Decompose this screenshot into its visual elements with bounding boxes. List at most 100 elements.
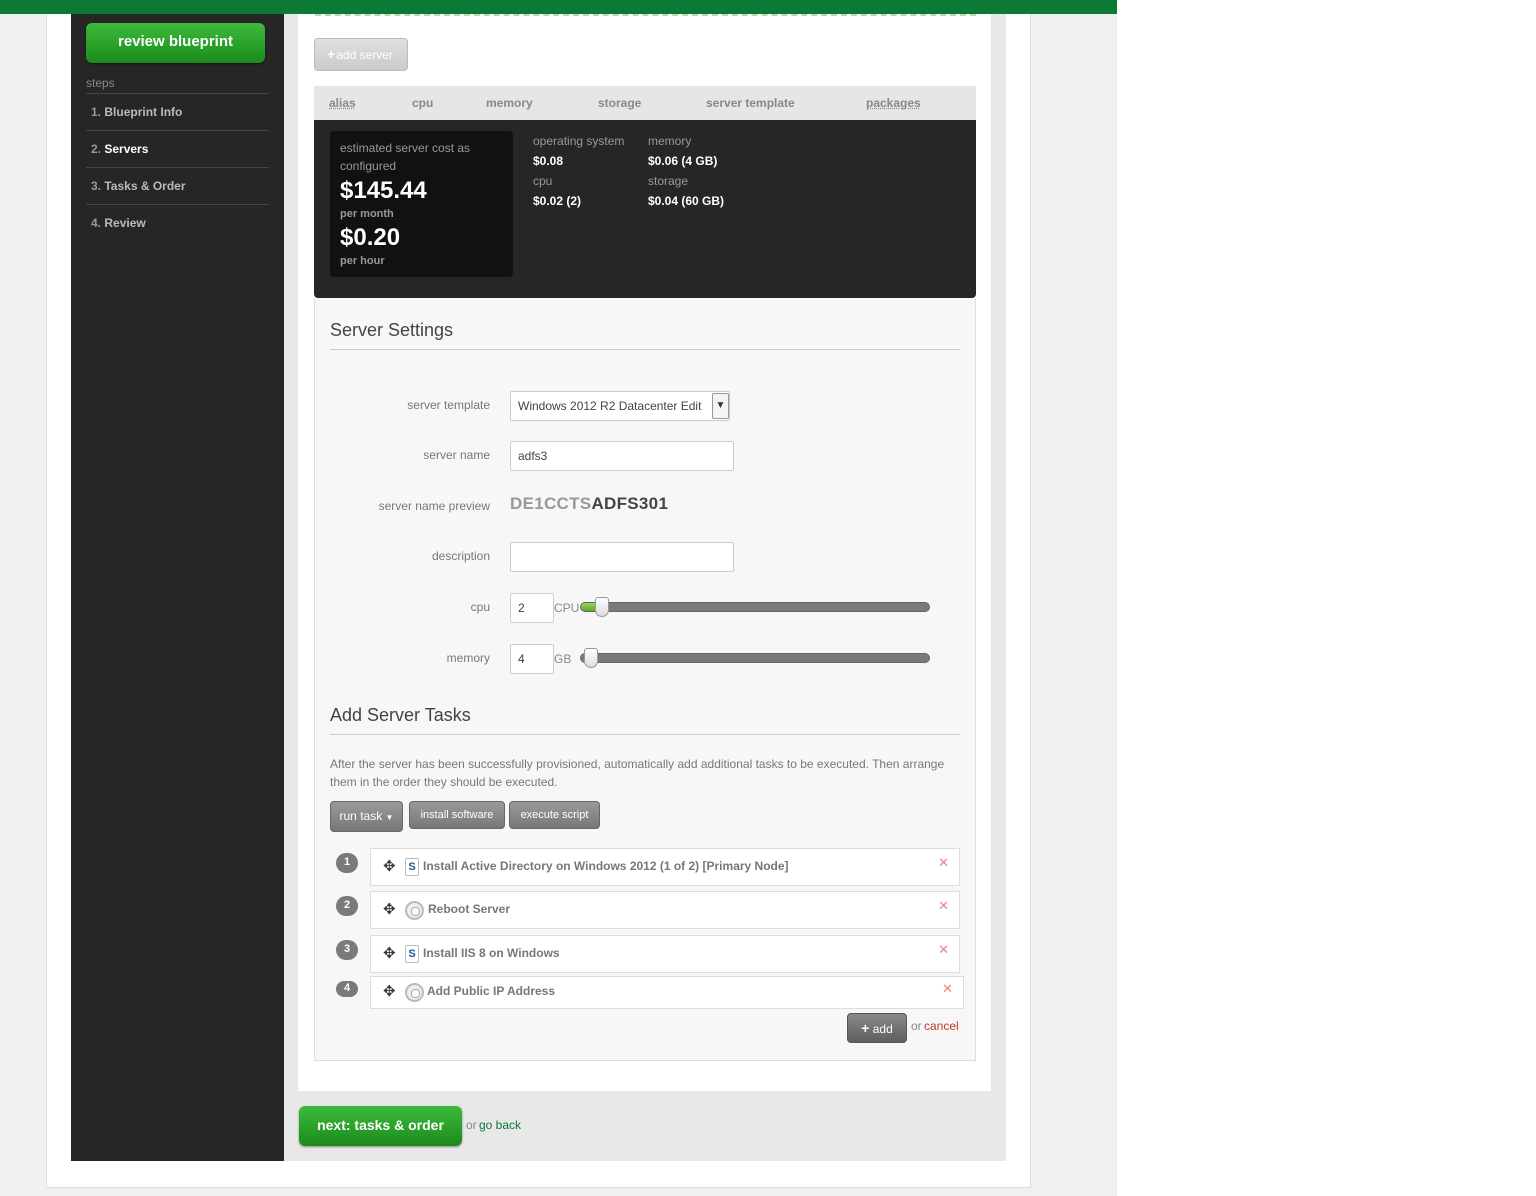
cpu-cost-label: cpu [533,174,553,188]
cpu-input[interactable]: 2 [510,593,554,623]
os-cost-value: $0.08 [533,154,564,168]
column-cpu: cpu [412,96,434,110]
preview-suffix: ADFS301 [591,494,669,513]
tasks-help-text: After the server has been successfully p… [330,757,945,789]
task-name: Install IIS 8 on Windows [423,946,560,960]
server-template-select[interactable]: Windows 2012 R2 Datacenter Edit [510,391,730,421]
cpu-slider-handle[interactable] [594,597,609,617]
step-tasks-order[interactable]: 3. Tasks & Order [86,167,269,204]
step-number: 1. [91,105,102,119]
task-row[interactable]: ✥ S Install Active Directory on Windows … [370,848,960,886]
memory-cost-value: $0.06 (4 GB) [648,154,718,168]
task-name: Install Active Directory on Windows 2012… [423,859,789,873]
move-icon[interactable]: ✥ [383,857,396,875]
step-servers[interactable]: 2. Servers [86,130,269,167]
os-cost-label: operating system [533,134,625,148]
server-name-label: server name [423,448,490,462]
step-label: Servers [104,142,149,156]
right-blank-area [1117,0,1536,1196]
steps-label: steps [86,76,115,90]
cpu-cost-value: $0.02 (2) [533,194,582,208]
task-name: Reboot Server [428,902,511,916]
description-input[interactable] [510,542,734,572]
task-name: Add Public IP Address [427,984,556,998]
cost-label: estimated server cost as configured [340,141,471,173]
step-number: 3. [91,179,102,193]
server-settings-title: Server Settings [330,320,454,340]
add-server-button[interactable]: +add server [314,38,408,71]
memory-label: memory [446,651,490,665]
preview-prefix: DE1CCTS [510,494,592,513]
cpu-unit: CPU [554,601,580,615]
storage-cost-label: storage [648,174,689,188]
top-bar [0,0,1117,14]
cpu-label: cpu [470,600,490,614]
server-name-input[interactable]: adfs3 [510,441,734,471]
add-server-label: add server [336,48,393,62]
install-software-button[interactable]: install software [409,801,505,829]
gear-icon [405,901,424,920]
step-label: Tasks & Order [104,179,186,193]
step-number: 2. [91,142,102,156]
run-task-dropdown[interactable]: run task ▼ [330,801,403,832]
script-icon: S [405,945,419,963]
add-label: add [872,1022,893,1036]
move-icon[interactable]: ✥ [383,982,396,1000]
monthly-cost: $145.44 [340,177,427,204]
column-alias[interactable]: alias [329,96,356,110]
task-number: 2 [336,896,358,916]
column-server-template: server template [706,96,795,110]
add-task-button[interactable]: + add [847,1013,907,1043]
close-icon[interactable]: ✕ [938,898,949,914]
step-number: 4. [91,216,102,230]
memory-cost-label: memory [648,134,692,148]
column-packages[interactable]: packages [866,96,921,110]
memory-input[interactable]: 4 [510,644,554,674]
dashed-divider [315,14,976,16]
step-blueprint-info[interactable]: 1. Blueprint Info [86,93,269,130]
server-name-preview: DE1CCTSADFS301 [510,494,668,514]
monthly-unit: per month [340,208,394,220]
column-memory: memory [486,96,533,110]
review-blueprint-button[interactable]: review blueprint [86,23,265,63]
step-label: Blueprint Info [104,105,183,119]
server-template-label: server template [407,398,490,412]
chevron-down-icon[interactable]: ▼ [712,393,729,419]
run-task-label: run task [339,809,383,823]
caret-down-icon: ▼ [385,813,394,822]
plus-icon: + [861,1020,870,1036]
move-icon[interactable]: ✥ [383,944,396,962]
cpu-slider[interactable] [580,602,930,612]
storage-cost-value: $0.04 (60 GB) [648,194,725,208]
cancel-link[interactable]: cancel [924,1019,959,1033]
task-number: 4 [336,981,358,997]
task-number: 1 [336,853,358,873]
close-icon[interactable]: ✕ [938,942,949,958]
go-back-link[interactable]: go back [479,1118,521,1132]
task-row[interactable]: ✥ S Install IIS 8 on Windows ✕ [370,935,960,973]
task-row[interactable]: ✥ Add Public IP Address ✕ [370,976,964,1009]
memory-slider-handle[interactable] [584,648,598,668]
plus-icon: + [327,46,336,62]
add-server-tasks-title: Add Server Tasks [330,705,471,725]
move-icon[interactable]: ✥ [383,900,396,918]
script-icon: S [405,858,419,876]
close-icon[interactable]: ✕ [938,855,949,871]
gear-icon [405,983,424,1002]
step-review[interactable]: 4. Review [86,204,269,241]
step-label: Review [104,216,146,230]
hourly-cost: $0.20 [340,224,401,251]
server-name-preview-label: server name preview [378,499,490,513]
task-row[interactable]: ✥ Reboot Server ✕ [370,891,960,929]
or-text: or [911,1019,922,1033]
column-storage: storage [598,96,642,110]
hourly-unit: per hour [340,255,385,267]
next-tasks-order-button[interactable]: next: tasks & order [299,1106,462,1146]
section-divider [330,349,960,350]
memory-slider[interactable] [580,653,930,663]
section-divider [330,734,960,735]
close-icon[interactable]: ✕ [942,981,953,997]
memory-unit: GB [554,652,572,666]
or-text: or [466,1118,477,1132]
execute-script-button[interactable]: execute script [509,801,600,829]
